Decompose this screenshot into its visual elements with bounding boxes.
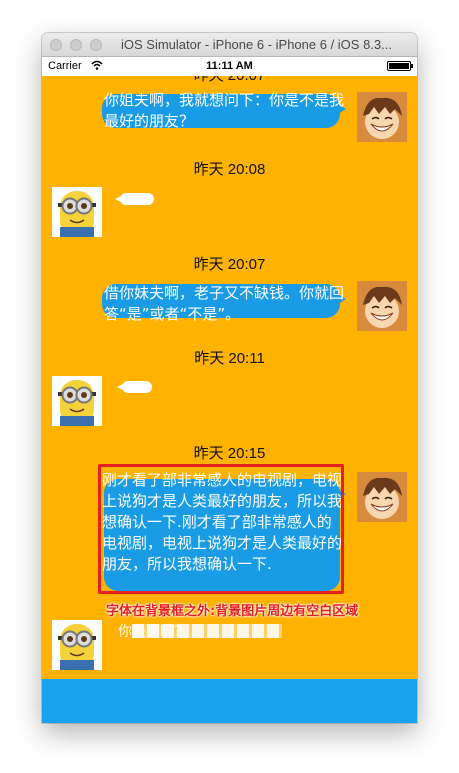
minimize-window-button[interactable] — [70, 39, 82, 51]
boy-avatar[interactable] — [357, 281, 407, 331]
timestamp: 昨天 20:15 — [193, 445, 266, 462]
timestamp: 昨天 20:07 — [42, 76, 417, 85]
zoom-window-button[interactable] — [90, 39, 102, 51]
timestamp: 昨天 20:11 — [194, 350, 265, 367]
window-title: iOS Simulator - iPhone 6 - iPhone 6 / iO… — [121, 37, 392, 52]
simulator-window: iOS Simulator - iPhone 6 - iPhone 6 / iO… — [42, 33, 417, 723]
timestamp: 昨天 20:08 — [193, 161, 266, 178]
battery-level — [389, 63, 409, 69]
ios-status-bar: Carrier 11:11 AM — [42, 57, 417, 76]
boy-avatar[interactable] — [357, 92, 407, 142]
battery-icon — [387, 61, 413, 71]
input-toolbar[interactable] — [42, 679, 417, 723]
message-text: 是 — [130, 381, 141, 394]
message-text: 不是 — [124, 193, 146, 206]
message-text: 你是狗吗？ — [118, 624, 188, 640]
timestamp: 昨天 20:07 — [193, 256, 266, 273]
status-time: 11:11 AM — [206, 60, 253, 72]
message-text: 借你妹夫啊，老子又不缺钱。你就回答“是”或者“不是”。 — [104, 284, 345, 323]
minion-avatar[interactable] — [52, 620, 102, 670]
window-titlebar: iOS Simulator - iPhone 6 - iPhone 6 / iO… — [42, 33, 417, 57]
chat-area[interactable]: 昨天 20:07 昨天 20:08 昨天 20:07 昨天 20:11 昨天 2… — [42, 76, 417, 679]
close-window-button[interactable] — [50, 39, 62, 51]
minion-avatar[interactable] — [52, 376, 102, 426]
annotation-text: 字体在背景框之外:背景图片周边有空白区域 — [106, 604, 359, 619]
boy-avatar[interactable] — [357, 472, 407, 522]
minion-avatar[interactable] — [52, 187, 102, 237]
message-text: 你姐夫啊，我就想问下：你是不是我最好的朋友？ — [104, 91, 345, 130]
highlight-box — [98, 464, 344, 594]
